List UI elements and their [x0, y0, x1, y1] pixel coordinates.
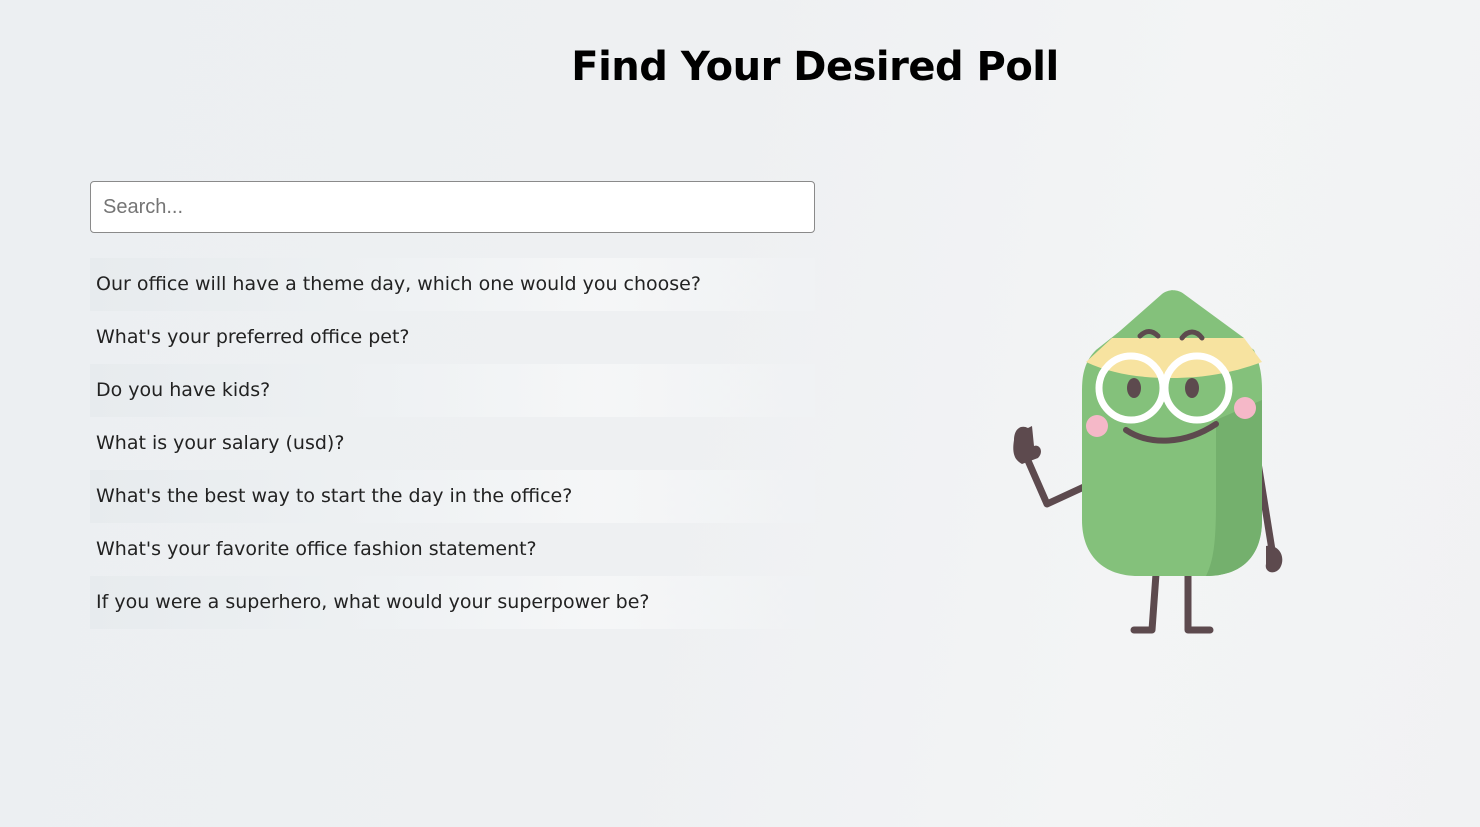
poll-item[interactable]: What is your salary (usd)?	[90, 417, 815, 470]
poll-item[interactable]: What's your preferred office pet?	[90, 311, 815, 364]
page-title: Find Your Desired Poll	[571, 44, 1059, 90]
poll-list: Our office will have a theme day, which …	[90, 258, 815, 629]
pencil-mascot-icon	[1013, 290, 1283, 634]
poll-item[interactable]: What's your favorite office fashion stat…	[90, 523, 815, 576]
poll-search-panel: Our office will have a theme day, which …	[90, 181, 815, 629]
search-input[interactable]	[90, 181, 815, 233]
poll-item[interactable]: If you were a superhero, what would your…	[90, 576, 815, 629]
poll-item[interactable]: Do you have kids?	[90, 364, 815, 417]
poll-item[interactable]: What's the best way to start the day in …	[90, 470, 815, 523]
poll-item[interactable]: Our office will have a theme day, which …	[90, 258, 815, 311]
